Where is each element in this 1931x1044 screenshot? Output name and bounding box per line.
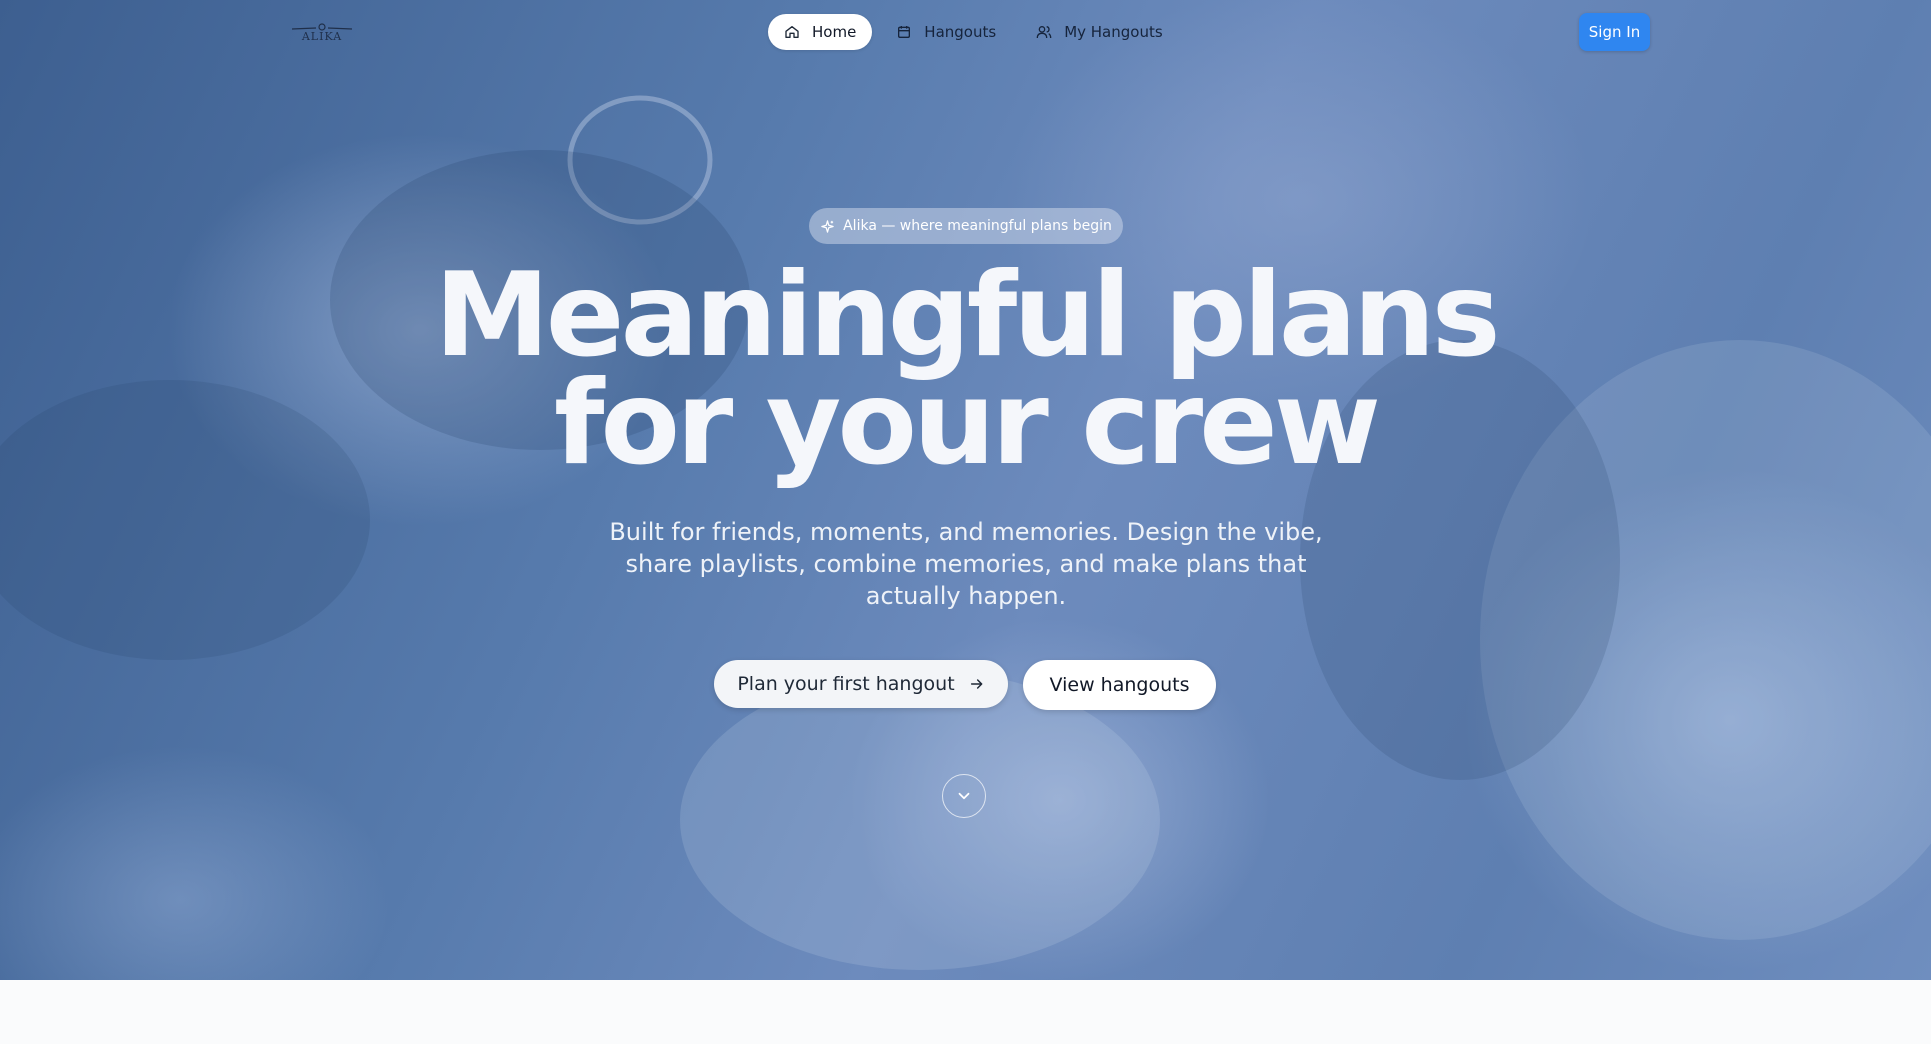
nav-label-hangouts: Hangouts (924, 23, 997, 41)
hero-section: ALIKA Home Hangouts My Hangouts Sign In (0, 0, 1931, 980)
alika-logo[interactable]: ALIKA (290, 20, 354, 46)
headline-line-1: Meaningful plans (434, 248, 1500, 383)
sign-in-button[interactable]: Sign In (1579, 13, 1650, 51)
sparkles-icon (821, 219, 834, 233)
primary-cta-label: Plan your first hangout (737, 673, 955, 695)
users-icon (1036, 26, 1052, 39)
headline-line-2: for your crew (553, 356, 1381, 491)
arrow-right-icon (970, 679, 983, 689)
scroll-down-button[interactable] (942, 774, 986, 818)
nav-item-my-hangouts[interactable]: My Hangouts (1020, 14, 1178, 50)
hero-headline: Meaningful plans for your crew (0, 248, 1931, 491)
nav-item-home[interactable]: Home (768, 14, 873, 50)
logo-text: ALIKA (301, 30, 343, 43)
nav-label-home: Home (812, 23, 857, 41)
view-hangouts-button[interactable]: View hangouts (1023, 660, 1216, 710)
main-nav: Home Hangouts My Hangouts (768, 14, 1179, 50)
hero-subtitle: Built for friends, moments, and memories… (609, 518, 1323, 610)
badge-text: Alika — where meaningful plans begin (843, 218, 1112, 234)
calendar-icon (898, 26, 911, 38)
home-icon (785, 26, 799, 38)
plan-first-hangout-button[interactable]: Plan your first hangout (714, 660, 1008, 708)
nav-label-my-hangouts: My Hangouts (1064, 23, 1163, 41)
next-section (0, 980, 1931, 1044)
chevron-down-icon (958, 792, 970, 800)
nav-item-hangouts[interactable]: Hangouts (880, 14, 1012, 50)
tagline-badge: Alika — where meaningful plans begin (809, 208, 1123, 244)
